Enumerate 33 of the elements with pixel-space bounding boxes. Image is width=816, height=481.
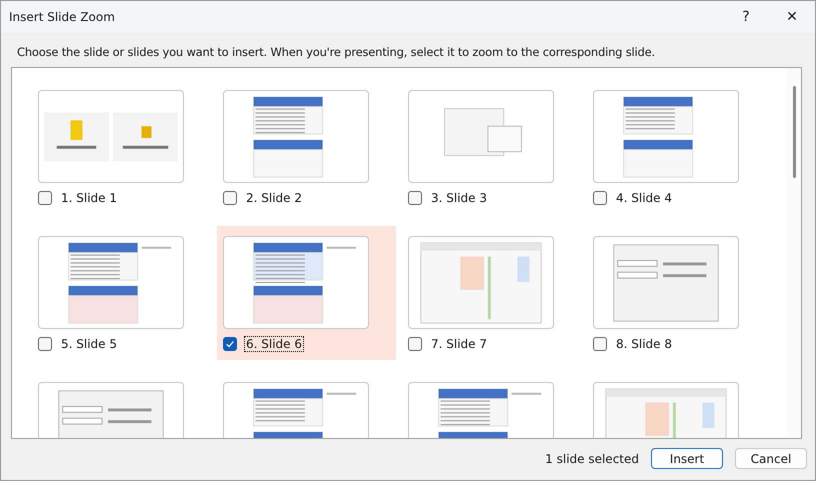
slide-label: 3. Slide 3: [430, 191, 488, 205]
help-button[interactable]: ?: [723, 1, 769, 33]
slide-item[interactable]: 7. Slide 7: [402, 226, 581, 360]
scroll-bar[interactable]: [787, 68, 801, 438]
slide-item[interactable]: 2. Slide 2: [217, 80, 396, 214]
checkbox[interactable]: [408, 337, 422, 351]
slide-label: 8. Slide 8: [615, 337, 673, 351]
close-button[interactable]: ✕: [769, 1, 815, 33]
check-icon: [225, 339, 235, 349]
slide-label: 1. Slide 1: [60, 191, 118, 205]
slide-item[interactable]: 8. Slide 8: [587, 226, 766, 360]
slide-label: 2. Slide 2: [245, 191, 303, 205]
slide-label: 6. Slide 6: [245, 337, 303, 351]
slide-item[interactable]: 6. Slide 6: [217, 226, 396, 360]
slide-item[interactable]: 4. Slide 4: [587, 80, 766, 214]
insert-button[interactable]: Insert: [651, 448, 723, 469]
checkbox[interactable]: [408, 191, 422, 205]
checkbox[interactable]: [38, 191, 52, 205]
slide-label: 5. Slide 5: [60, 337, 118, 351]
slide-label: 7. Slide 7: [430, 337, 488, 351]
selection-count: 1 slide selected: [545, 452, 639, 466]
slide-item[interactable]: 3. Slide 3: [402, 80, 581, 214]
slide-label: 4. Slide 4: [615, 191, 673, 205]
cancel-button[interactable]: Cancel: [735, 448, 807, 469]
checkbox[interactable]: [593, 337, 607, 351]
checkbox[interactable]: [38, 337, 52, 351]
slide-item[interactable]: 5. Slide 5: [32, 226, 211, 360]
checkbox[interactable]: [223, 191, 237, 205]
window-title: Insert Slide Zoom: [9, 10, 116, 24]
slide-item[interactable]: 1. Slide 1: [32, 80, 211, 214]
instruction-text: Choose the slide or slides you want to insert. When you're presenting, select it to zoom to the corresponding slide.: [16, 44, 656, 61]
checkbox[interactable]: [223, 337, 237, 351]
checkbox[interactable]: [593, 191, 607, 205]
